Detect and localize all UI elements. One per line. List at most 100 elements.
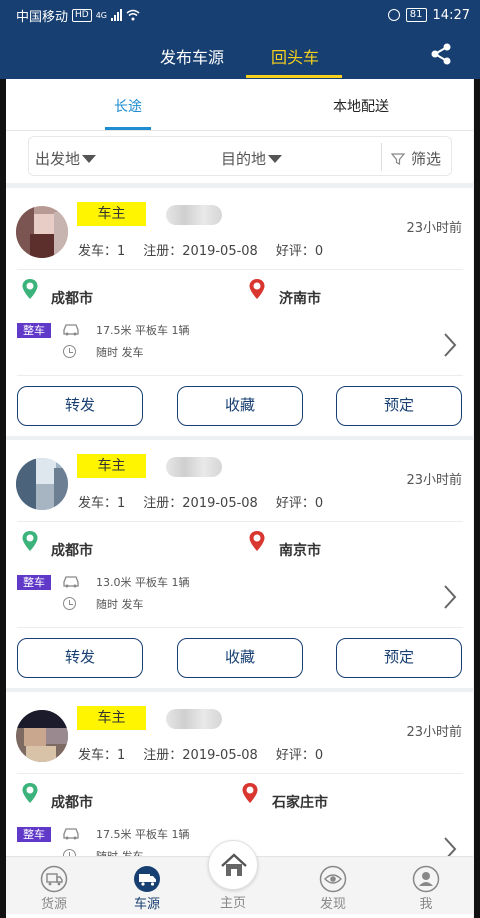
rating: 好评：0	[275, 244, 324, 259]
hd-badge: HD	[72, 8, 92, 22]
filter-divider	[381, 143, 382, 171]
truck-box-icon	[40, 865, 68, 893]
tab-return-vehicle[interactable]: 回头车	[271, 44, 319, 68]
favorite-button[interactable]: 收藏	[177, 638, 303, 678]
trip-count: 发车：1	[78, 496, 126, 511]
time-ago: 23小时前	[406, 221, 462, 236]
name-blurred	[166, 709, 222, 729]
tab-long-distance[interactable]: 长途	[114, 96, 142, 116]
owner-badge: 车主	[77, 706, 146, 730]
depart-time: 随时 发车	[96, 346, 144, 359]
destination-city: 石家庄市	[272, 795, 328, 811]
tab-publish-vehicle[interactable]: 发布车源	[160, 44, 224, 68]
book-button[interactable]: 预定	[336, 386, 462, 426]
vehicle-tag: 整车	[17, 575, 51, 590]
name-blurred	[166, 457, 222, 477]
avatar	[16, 710, 68, 762]
nav-vehicles-label: 车源	[133, 897, 160, 912]
origin-pin-icon	[22, 279, 38, 299]
vehicle-tag: 整车	[17, 827, 51, 842]
filter-bar: 出发地 目的地 筛选	[6, 131, 473, 183]
destination-dropdown[interactable]: 目的地	[221, 148, 283, 169]
share-icon[interactable]	[429, 42, 453, 66]
person-icon	[412, 865, 440, 893]
book-button[interactable]: 预定	[336, 638, 462, 678]
chevron-right-icon[interactable]	[442, 583, 458, 611]
vehicle-spec: 13.0米 平板车 1辆	[96, 576, 190, 589]
origin-dropdown[interactable]: 出发地	[35, 148, 97, 169]
wifi-icon	[126, 9, 140, 21]
clock-icon	[63, 345, 76, 358]
caret-down-icon	[268, 154, 283, 163]
nav-home[interactable]	[208, 840, 258, 890]
car-icon	[63, 324, 79, 336]
trip-count: 发车：1	[78, 748, 126, 763]
vehicle-spec: 17.5米 平板车 1辆	[96, 324, 190, 337]
avatar	[16, 206, 68, 258]
register-date: 注册：2019-05-08	[143, 496, 258, 511]
right-edge	[474, 0, 480, 918]
vehicle-card[interactable]: 车主 23小时前 发车：1 注册：2019-05-08 好评：0 成都市 济南市 整…	[6, 188, 473, 436]
avatar	[16, 458, 68, 510]
vehicle-tag: 整车	[17, 323, 51, 338]
owner-badge: 车主	[77, 202, 146, 226]
origin-city: 成都市	[51, 795, 93, 811]
clock-time: 14:27	[432, 7, 470, 23]
forward-button[interactable]: 转发	[17, 386, 143, 426]
origin-pin-icon	[22, 783, 38, 803]
carrier-name: 中国移动	[16, 9, 69, 25]
divider	[17, 375, 463, 376]
nav-discover[interactable]: 发现	[303, 857, 363, 915]
divider	[17, 773, 463, 774]
favorite-button[interactable]: 收藏	[177, 386, 303, 426]
destination-label: 目的地	[221, 150, 267, 168]
forward-button[interactable]: 转发	[17, 638, 143, 678]
subtab-underline	[105, 127, 151, 130]
route-type-tabs: 长途 本地配送	[6, 79, 473, 131]
time-ago: 23小时前	[406, 473, 462, 488]
car-icon	[63, 828, 79, 840]
divider	[17, 627, 463, 628]
owner-badge: 车主	[77, 454, 146, 478]
tab-local-delivery[interactable]: 本地配送	[333, 96, 389, 116]
origin-city: 成都市	[51, 543, 93, 559]
register-date: 注册：2019-05-08	[143, 244, 258, 259]
nav-cargo[interactable]: 货源	[24, 857, 84, 915]
origin-label: 出发地	[35, 150, 81, 168]
car-icon	[63, 576, 79, 588]
vehicle-card[interactable]: 车主 23小时前 发车：1 注册：2019-05-08 好评：0 成都市 南京市 整…	[6, 440, 473, 688]
name-blurred	[166, 205, 222, 225]
rating: 好评：0	[275, 748, 324, 763]
destination-city: 南京市	[279, 543, 321, 559]
truck-icon	[134, 866, 160, 892]
divider	[17, 269, 463, 270]
nav-me-label: 我	[419, 897, 433, 912]
owner-stats: 发车：1 注册：2019-05-08 好评：0	[78, 240, 341, 259]
destination-pin-icon	[249, 531, 265, 551]
chevron-right-icon[interactable]	[442, 331, 458, 359]
register-date: 注册：2019-05-08	[143, 748, 258, 763]
network-label: 4G	[95, 10, 108, 20]
rating: 好评：0	[275, 496, 324, 511]
destination-pin-icon	[242, 783, 258, 803]
destination-city: 济南市	[279, 291, 321, 307]
origin-city: 成都市	[51, 291, 93, 307]
owner-stats: 发车：1 注册：2019-05-08 好评：0	[78, 744, 341, 763]
vehicle-spec: 17.5米 平板车 1辆	[96, 828, 190, 841]
status-bar: 中国移动 HD 4G 81 14:27	[0, 0, 480, 30]
app-header: 中国移动 HD 4G 81 14:27 发布车源 回头车	[0, 0, 480, 79]
eye-icon	[319, 865, 347, 893]
nav-vehicles[interactable]: 车源	[117, 857, 177, 915]
divider	[17, 521, 463, 522]
filter-button[interactable]: 筛选	[391, 148, 441, 169]
battery-icon: 81	[405, 8, 427, 22]
nav-me[interactable]: 我	[396, 857, 456, 915]
filter-label: 筛选	[411, 150, 442, 168]
funnel-icon	[391, 152, 405, 165]
filter-box: 出发地 目的地 筛选	[28, 136, 452, 176]
nav-home-label: 主页	[219, 896, 246, 911]
depart-time: 随时 发车	[96, 598, 144, 611]
alarm-icon	[387, 9, 400, 21]
nav-cargo-label: 货源	[40, 897, 67, 912]
signal-icon	[111, 9, 123, 21]
